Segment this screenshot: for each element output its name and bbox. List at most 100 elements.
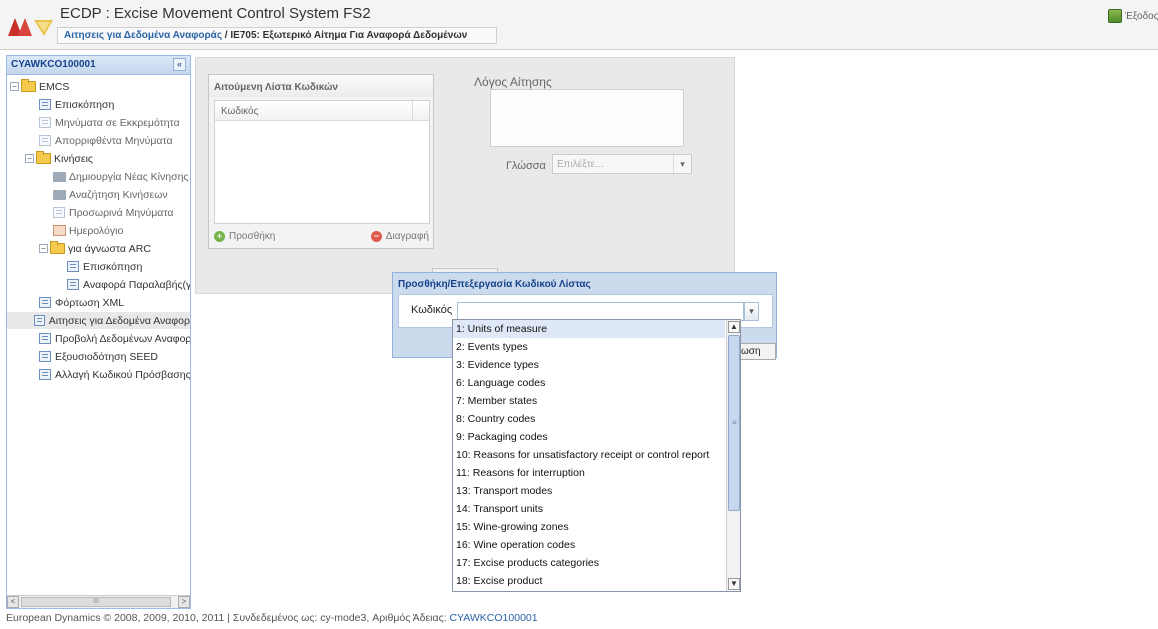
chevron-down-icon[interactable]: ▾ (673, 155, 691, 173)
code-dropdown-list[interactable]: 1: Units of measure 2: Events types 3: Evi… (452, 319, 741, 592)
tree-label: Ημερολόγιο (69, 224, 124, 237)
dropdown-option[interactable]: 3: Evidence types (453, 356, 725, 374)
list-icon (39, 99, 51, 110)
code-field-label: Κωδικός (411, 304, 453, 316)
tree-item-seed-authorization[interactable]: Εξουσιοδότηση SEED (39, 348, 158, 365)
dropdown-option[interactable]: 15: Wine-growing zones (453, 518, 725, 536)
header-bar: ECDP : Excise Movement Control System FS… (0, 0, 1158, 50)
collapse-icon[interactable]: « (173, 58, 186, 71)
plus-icon: + (214, 231, 225, 242)
dialog-save-button[interactable]: ωση (738, 343, 776, 360)
tree-item-new-movement[interactable]: Δημιουργία Νέας Κίνησης (53, 168, 188, 185)
dropdown-option[interactable]: 6: Language codes (453, 374, 725, 392)
tree-node-unknown-arc[interactable]: − για άγνωστα ARC (39, 240, 151, 257)
scroll-left-icon[interactable]: < (7, 596, 19, 608)
list-icon (67, 261, 79, 272)
add-button[interactable]: + Προσθήκη (214, 231, 275, 242)
breadcrumb: Αιτησεις για Δεδομένα Αναφοράς / IE705: … (57, 27, 497, 44)
tree-item-change-password[interactable]: Αλλαγή Κωδικού Πρόσβασης (39, 366, 190, 383)
tree-node-emcs[interactable]: − EMCS (10, 78, 69, 95)
request-reason-textarea[interactable] (490, 89, 684, 147)
folder-icon (21, 79, 36, 92)
tree-label: Αλλαγή Κωδικού Πρόσβασης (55, 368, 190, 381)
folder-icon (50, 241, 65, 254)
app-title: ECDP : Excise Movement Control System FS… (60, 5, 371, 22)
tree-item-pending-messages[interactable]: Μηνύματα σε Εκκρεμότητα (39, 114, 180, 131)
grip-icon: ≡ (732, 418, 737, 427)
sidebar-title: CYAWKCO100001 (11, 59, 96, 70)
dropdown-option[interactable]: 1: Units of measure (453, 320, 725, 338)
language-placeholder: Επιλέξτε... (557, 159, 604, 170)
scroll-up-icon[interactable]: ▲ (728, 321, 740, 333)
dropdown-option[interactable]: 9: Packaging codes (453, 428, 725, 446)
tree-item-rejected-messages[interactable]: Απορριφθέντα Μηνύματα (39, 132, 173, 149)
footer: European Dynamics © 2008, 2009, 2010, 20… (6, 612, 538, 624)
breadcrumb-link[interactable]: Αιτησεις για Δεδομένα Αναφοράς (64, 30, 222, 41)
tree-label: Επισκόπηση (55, 98, 115, 111)
dropdown-option[interactable]: 8: Country codes (453, 410, 725, 428)
tree-item-calendar[interactable]: Ημερολόγιο (53, 222, 123, 239)
sidebar-horizontal-scrollbar[interactable]: < III > (7, 595, 190, 608)
dropdown-options: 1: Units of measure 2: Events types 3: Evi… (453, 320, 740, 590)
dropdown-scrollbar[interactable]: ▲ ≡ ▼ (726, 320, 740, 591)
tree-item-draft-messages[interactable]: Προσωρινά Μηνύματα (53, 204, 173, 221)
list-icon (39, 297, 51, 308)
dropdown-option[interactable]: 10: Reasons for unsatisfactory receipt o… (453, 446, 725, 464)
chevron-down-icon[interactable]: ▾ (744, 302, 759, 321)
scroll-down-icon[interactable]: ▼ (728, 578, 740, 590)
truck-icon (53, 171, 66, 182)
tree-label: Αναζήτηση Κινήσεων (69, 188, 168, 201)
sidebar-header: CYAWKCO100001 « (7, 56, 190, 75)
list-icon (39, 351, 51, 362)
dropdown-option[interactable]: 17: Excise products categories (453, 554, 725, 572)
folder-icon (36, 151, 51, 164)
exit-icon (1108, 9, 1122, 23)
tree-item-receipt-report[interactable]: Αναφορά Παραλαβής(για (67, 276, 190, 293)
add-label: Προσθήκη (229, 231, 276, 242)
tree-label: Προσωρινά Μηνύματα (69, 206, 174, 219)
tree-item-arc-overview[interactable]: Επισκόπηση (67, 258, 142, 275)
request-form-panel: Αιτούμενη Λίστα Κωδικών Κωδικός + Προσθήκ… (195, 57, 735, 294)
minus-icon: − (370, 231, 382, 242)
tree-item-upload-xml[interactable]: Φόρτωση XML (39, 294, 124, 311)
collapse-toggle-icon[interactable]: − (10, 82, 19, 91)
delete-button[interactable]: − Διαγραφή (370, 231, 429, 242)
tree-item-overview[interactable]: Επισκόπηση (39, 96, 114, 113)
dropdown-option[interactable]: 7: Member states (453, 392, 725, 410)
collapse-toggle-icon[interactable]: − (25, 154, 34, 163)
tree-label: Προβολή Δεδομένων Αναφορά (55, 332, 190, 345)
code-list-grid[interactable]: Κωδικός (214, 100, 430, 224)
scroll-thumb[interactable]: III (21, 597, 171, 607)
tree-item-reference-data-requests[interactable]: Αιτησεις για Δεδομένα Αναφορ (7, 312, 190, 329)
column-header-code[interactable]: Κωδικός (215, 101, 429, 121)
document-icon (39, 135, 51, 146)
tree-label: Μηνύματα σε Εκκρεμότητα (55, 116, 180, 129)
tree-node-movements[interactable]: − Κινήσεις (25, 150, 93, 167)
breadcrumb-current: IE705: Εξωτερικό Αίτημα Για Αναφορά Δεδο… (230, 30, 468, 41)
dropdown-option[interactable]: 2: Events types (453, 338, 725, 356)
tree-label: Απορριφθέντα Μηνύματα (55, 134, 173, 147)
tree-label: για άγνωστα ARC (68, 242, 151, 255)
tree-item-view-reference-data[interactable]: Προβολή Δεδομένων Αναφορά (39, 330, 190, 347)
collapse-toggle-icon[interactable]: − (39, 244, 48, 253)
scroll-right-icon[interactable]: > (178, 596, 190, 608)
dropdown-option[interactable]: 16: Wine operation codes (453, 536, 725, 554)
tree-item-search-movements[interactable]: Αναζήτηση Κινήσεων (53, 186, 168, 203)
tree-label: Δημιουργία Νέας Κίνησης (69, 170, 189, 183)
sidebar: CYAWKCO100001 « − EMCS Επισκόπηση Μηνύματ… (6, 55, 191, 609)
list-icon (39, 333, 51, 344)
tree-label: Εξουσιοδότηση SEED (55, 350, 159, 363)
truck-icon (53, 189, 66, 200)
dropdown-option[interactable]: 13: Transport modes (453, 482, 725, 500)
list-icon (67, 279, 79, 290)
footer-text: European Dynamics © 2008, 2009, 2010, 20… (6, 612, 450, 624)
tree-label: Αιτησεις για Δεδομένα Αναφορ (48, 314, 190, 327)
scroll-thumb[interactable]: ≡ (728, 335, 740, 511)
dropdown-option[interactable]: 11: Reasons for interruption (453, 464, 725, 482)
language-select[interactable]: Επιλέξτε... ▾ (552, 154, 692, 174)
dropdown-option[interactable]: 18: Excise product (453, 572, 725, 590)
exit-button[interactable]: Έξοδος (1108, 8, 1158, 24)
tree-label: EMCS (39, 80, 70, 93)
dropdown-option[interactable]: 14: Transport units (453, 500, 725, 518)
language-label: Γλώσσα (506, 160, 546, 172)
